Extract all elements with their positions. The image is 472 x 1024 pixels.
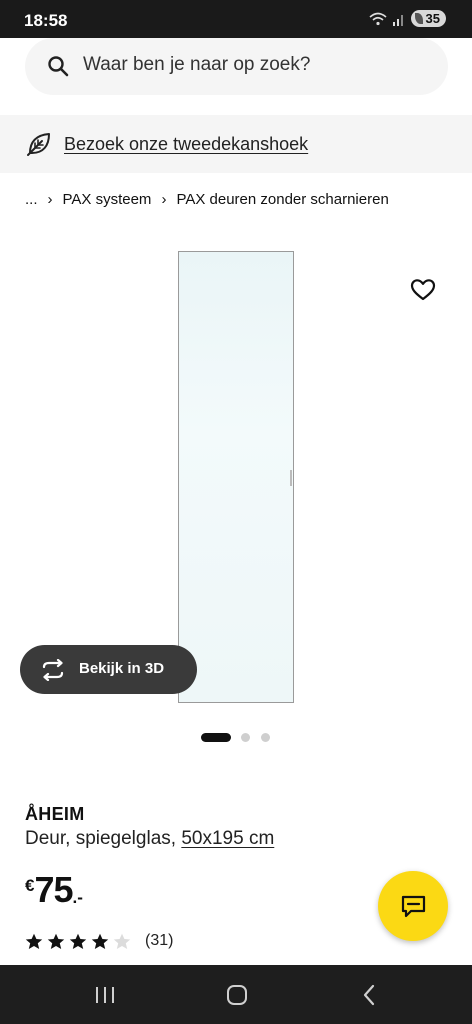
rotate-3d-icon [42,659,64,681]
battery-saver-icon [414,13,423,24]
breadcrumb: ... › PAX systeem › PAX deuren zonder sc… [25,191,389,208]
promo-banner[interactable]: Bezoek onze tweedekanshoek [0,115,472,173]
status-icons: 35 [369,10,446,27]
chat-button[interactable] [378,871,448,941]
recent-apps-icon[interactable] [94,985,116,1005]
search-input[interactable] [83,54,423,76]
price-decimal: .- [72,888,83,907]
product-type: Deur, spiegelglas, [25,828,182,849]
search-box[interactable] [25,38,448,95]
back-icon[interactable] [361,983,377,1007]
price-currency: € [25,876,35,895]
star-icon [25,933,43,949]
price-amount: 75 [34,869,73,910]
star-icon [69,933,87,949]
view-in-3d-label: Bekijk in 3D [79,660,165,677]
wifi-icon [369,12,387,25]
status-bar: 18:58 35 [0,0,472,38]
product-description: Deur, spiegelglas, 50x195 cm [25,828,274,850]
breadcrumb-item-pax-systeem[interactable]: PAX systeem [63,191,152,208]
product-size-link[interactable]: 50x195 cm [181,828,274,849]
product-name: ÅHEIM [25,804,85,824]
battery-level: 35 [425,11,440,26]
chat-icon [401,895,426,918]
star-icon [47,933,65,949]
star-empty-icon [113,933,131,949]
breadcrumb-ellipsis[interactable]: ... [25,191,38,208]
carousel-dot[interactable] [261,733,270,742]
star-icon [91,933,109,949]
chevron-right-icon: › [47,191,53,208]
heart-icon[interactable] [410,278,436,302]
leaf-icon [27,133,50,156]
carousel-dot[interactable] [241,733,250,742]
chevron-right-icon: › [161,191,167,208]
product-image-mirror-door[interactable] [178,251,294,703]
search-area [0,38,472,115]
product-price: € 75 .- [25,870,83,910]
second-chance-link[interactable]: Bezoek onze tweedekanshoek [64,134,308,155]
system-navigation-bar [0,965,472,1024]
battery-indicator: 35 [410,10,446,27]
carousel-indicator [0,733,472,743]
door-edge-detail [290,470,292,486]
signal-icon [392,14,403,26]
status-time: 18:58 [24,11,68,30]
home-icon[interactable] [227,985,247,1005]
view-in-3d-button[interactable]: Bekijk in 3D [20,645,197,694]
carousel-dot-active[interactable] [201,733,231,742]
product-rating[interactable]: (31) [25,932,173,950]
rating-count[interactable]: (31) [145,932,173,950]
search-icon [48,56,69,77]
breadcrumb-item-pax-deuren[interactable]: PAX deuren zonder scharnieren [176,191,388,208]
